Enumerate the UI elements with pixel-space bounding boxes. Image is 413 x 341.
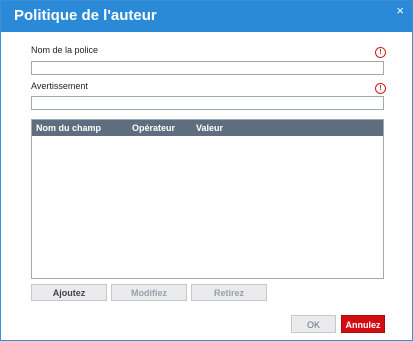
policy-name-label: Nom de la police — [31, 45, 99, 55]
author-policy-dialog: Politique de l'auteur × Nom de la police… — [0, 0, 413, 341]
required-warning-icon: ! — [375, 83, 386, 94]
warning-label: Avertissement — [31, 81, 88, 91]
add-button[interactable]: Ajoutez — [31, 284, 107, 301]
dialog-title: Politique de l'auteur — [14, 7, 157, 24]
policy-name-input[interactable] — [31, 61, 384, 75]
required-warning-icon: ! — [375, 47, 386, 58]
close-icon[interactable]: × — [396, 4, 404, 17]
conditions-table: Nom du champ Opérateur Valeur — [31, 119, 384, 279]
column-header-field-name[interactable]: Nom du champ — [36, 123, 101, 133]
remove-button[interactable]: Retirez — [191, 284, 267, 301]
column-header-value[interactable]: Valeur — [196, 123, 223, 133]
table-header: Nom du champ Opérateur Valeur — [32, 120, 383, 136]
dialog-titlebar: Politique de l'auteur × — [1, 1, 412, 32]
column-header-operator[interactable]: Opérateur — [132, 123, 175, 133]
cancel-button[interactable]: Annulez — [341, 315, 385, 333]
warning-input[interactable] — [31, 96, 384, 110]
ok-button[interactable]: OK — [291, 315, 336, 333]
modify-button[interactable]: Modifiez — [111, 284, 187, 301]
